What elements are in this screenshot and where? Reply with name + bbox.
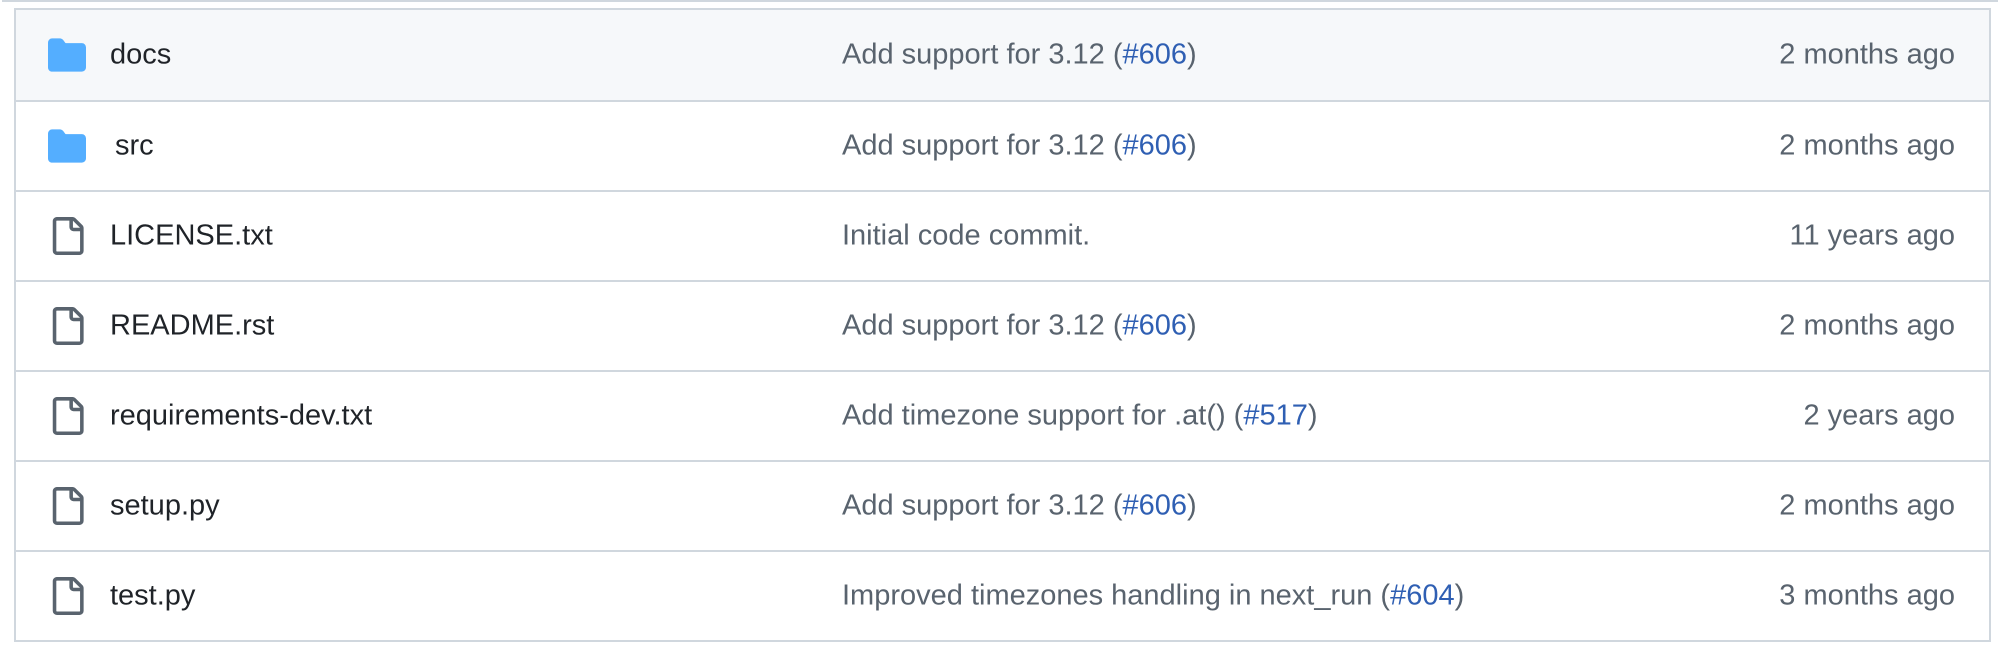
file-name-link[interactable]: test.py — [110, 580, 195, 613]
pull-request-link[interactable]: #606 — [1123, 310, 1188, 342]
table-row[interactable]: src Add support for 3.12 (#606) 2 months… — [16, 100, 1989, 190]
file-icon — [48, 397, 86, 435]
commit-message[interactable]: Initial code commit. — [842, 220, 1090, 253]
commit-message[interactable]: Add support for 3.12 (#606) — [842, 39, 1197, 72]
commit-message-suffix[interactable]: ) — [1455, 580, 1465, 612]
table-row[interactable]: setup.py Add support for 3.12 (#606) 2 m… — [16, 460, 1989, 550]
pull-request-link[interactable]: #604 — [1390, 580, 1455, 612]
file-name-link[interactable]: requirements-dev.txt — [110, 400, 372, 433]
table-row[interactable]: test.py Improved timezones handling in n… — [16, 550, 1989, 640]
commit-age[interactable]: 2 months ago — [1779, 310, 1955, 343]
commit-age[interactable]: 2 months ago — [1779, 130, 1955, 163]
commit-age[interactable]: 2 months ago — [1779, 490, 1955, 523]
file-icon — [48, 217, 86, 255]
file-icon — [48, 487, 86, 525]
commit-message[interactable]: Add support for 3.12 (#606) — [842, 490, 1197, 523]
table-row[interactable]: docs Add support for 3.12 (#606) 2 month… — [16, 10, 1989, 100]
file-icon — [48, 307, 86, 345]
commit-message-text[interactable]: Initial code commit. — [842, 220, 1090, 252]
commit-message[interactable]: Improved timezones handling in next_run … — [842, 580, 1464, 613]
commit-age[interactable]: 2 years ago — [1803, 400, 1955, 433]
commit-message-suffix[interactable]: ) — [1187, 39, 1197, 71]
pull-request-link[interactable]: #606 — [1123, 39, 1188, 71]
commit-message[interactable]: Add timezone support for .at() (#517) — [842, 400, 1318, 433]
pull-request-link[interactable]: #517 — [1243, 400, 1308, 432]
commit-message[interactable]: Add support for 3.12 (#606) — [842, 310, 1197, 343]
commit-message-text[interactable]: Add support for 3.12 ( — [842, 130, 1123, 162]
commit-message-suffix[interactable]: ) — [1187, 310, 1197, 342]
commit-message-text[interactable]: Improved timezones handling in next_run … — [842, 580, 1390, 612]
table-row[interactable]: requirements-dev.txt Add timezone suppor… — [16, 370, 1989, 460]
commit-message-suffix[interactable]: ) — [1308, 400, 1318, 432]
table-row[interactable]: LICENSE.txt Initial code commit. 11 year… — [16, 190, 1989, 280]
table-row[interactable]: README.rst Add support for 3.12 (#606) 2… — [16, 280, 1989, 370]
commit-age[interactable]: 3 months ago — [1779, 580, 1955, 613]
file-name-link[interactable]: LICENSE.txt — [110, 220, 273, 253]
commit-message-text[interactable]: Add support for 3.12 ( — [842, 490, 1123, 522]
commit-message-text[interactable]: Add support for 3.12 ( — [842, 310, 1123, 342]
file-name-link[interactable]: src — [115, 130, 154, 163]
commit-message-text[interactable]: Add support for 3.12 ( — [842, 39, 1123, 71]
file-icon — [48, 577, 86, 615]
commit-message-suffix[interactable]: ) — [1187, 490, 1197, 522]
file-name-link[interactable]: docs — [110, 39, 171, 72]
commit-message[interactable]: Add support for 3.12 (#606) — [842, 130, 1197, 163]
file-name-link[interactable]: README.rst — [110, 310, 274, 343]
folder-icon — [48, 36, 86, 74]
folder-icon — [48, 127, 86, 165]
file-name-link[interactable]: setup.py — [110, 490, 220, 523]
pull-request-link[interactable]: #606 — [1123, 490, 1188, 522]
commit-age[interactable]: 11 years ago — [1789, 220, 1955, 253]
commit-age[interactable]: 2 months ago — [1779, 39, 1955, 72]
commit-message-suffix[interactable]: ) — [1187, 130, 1197, 162]
pull-request-link[interactable]: #606 — [1123, 130, 1188, 162]
file-list: docs Add support for 3.12 (#606) 2 month… — [2, 0, 1998, 642]
commit-message-text[interactable]: Add timezone support for .at() ( — [842, 400, 1243, 432]
